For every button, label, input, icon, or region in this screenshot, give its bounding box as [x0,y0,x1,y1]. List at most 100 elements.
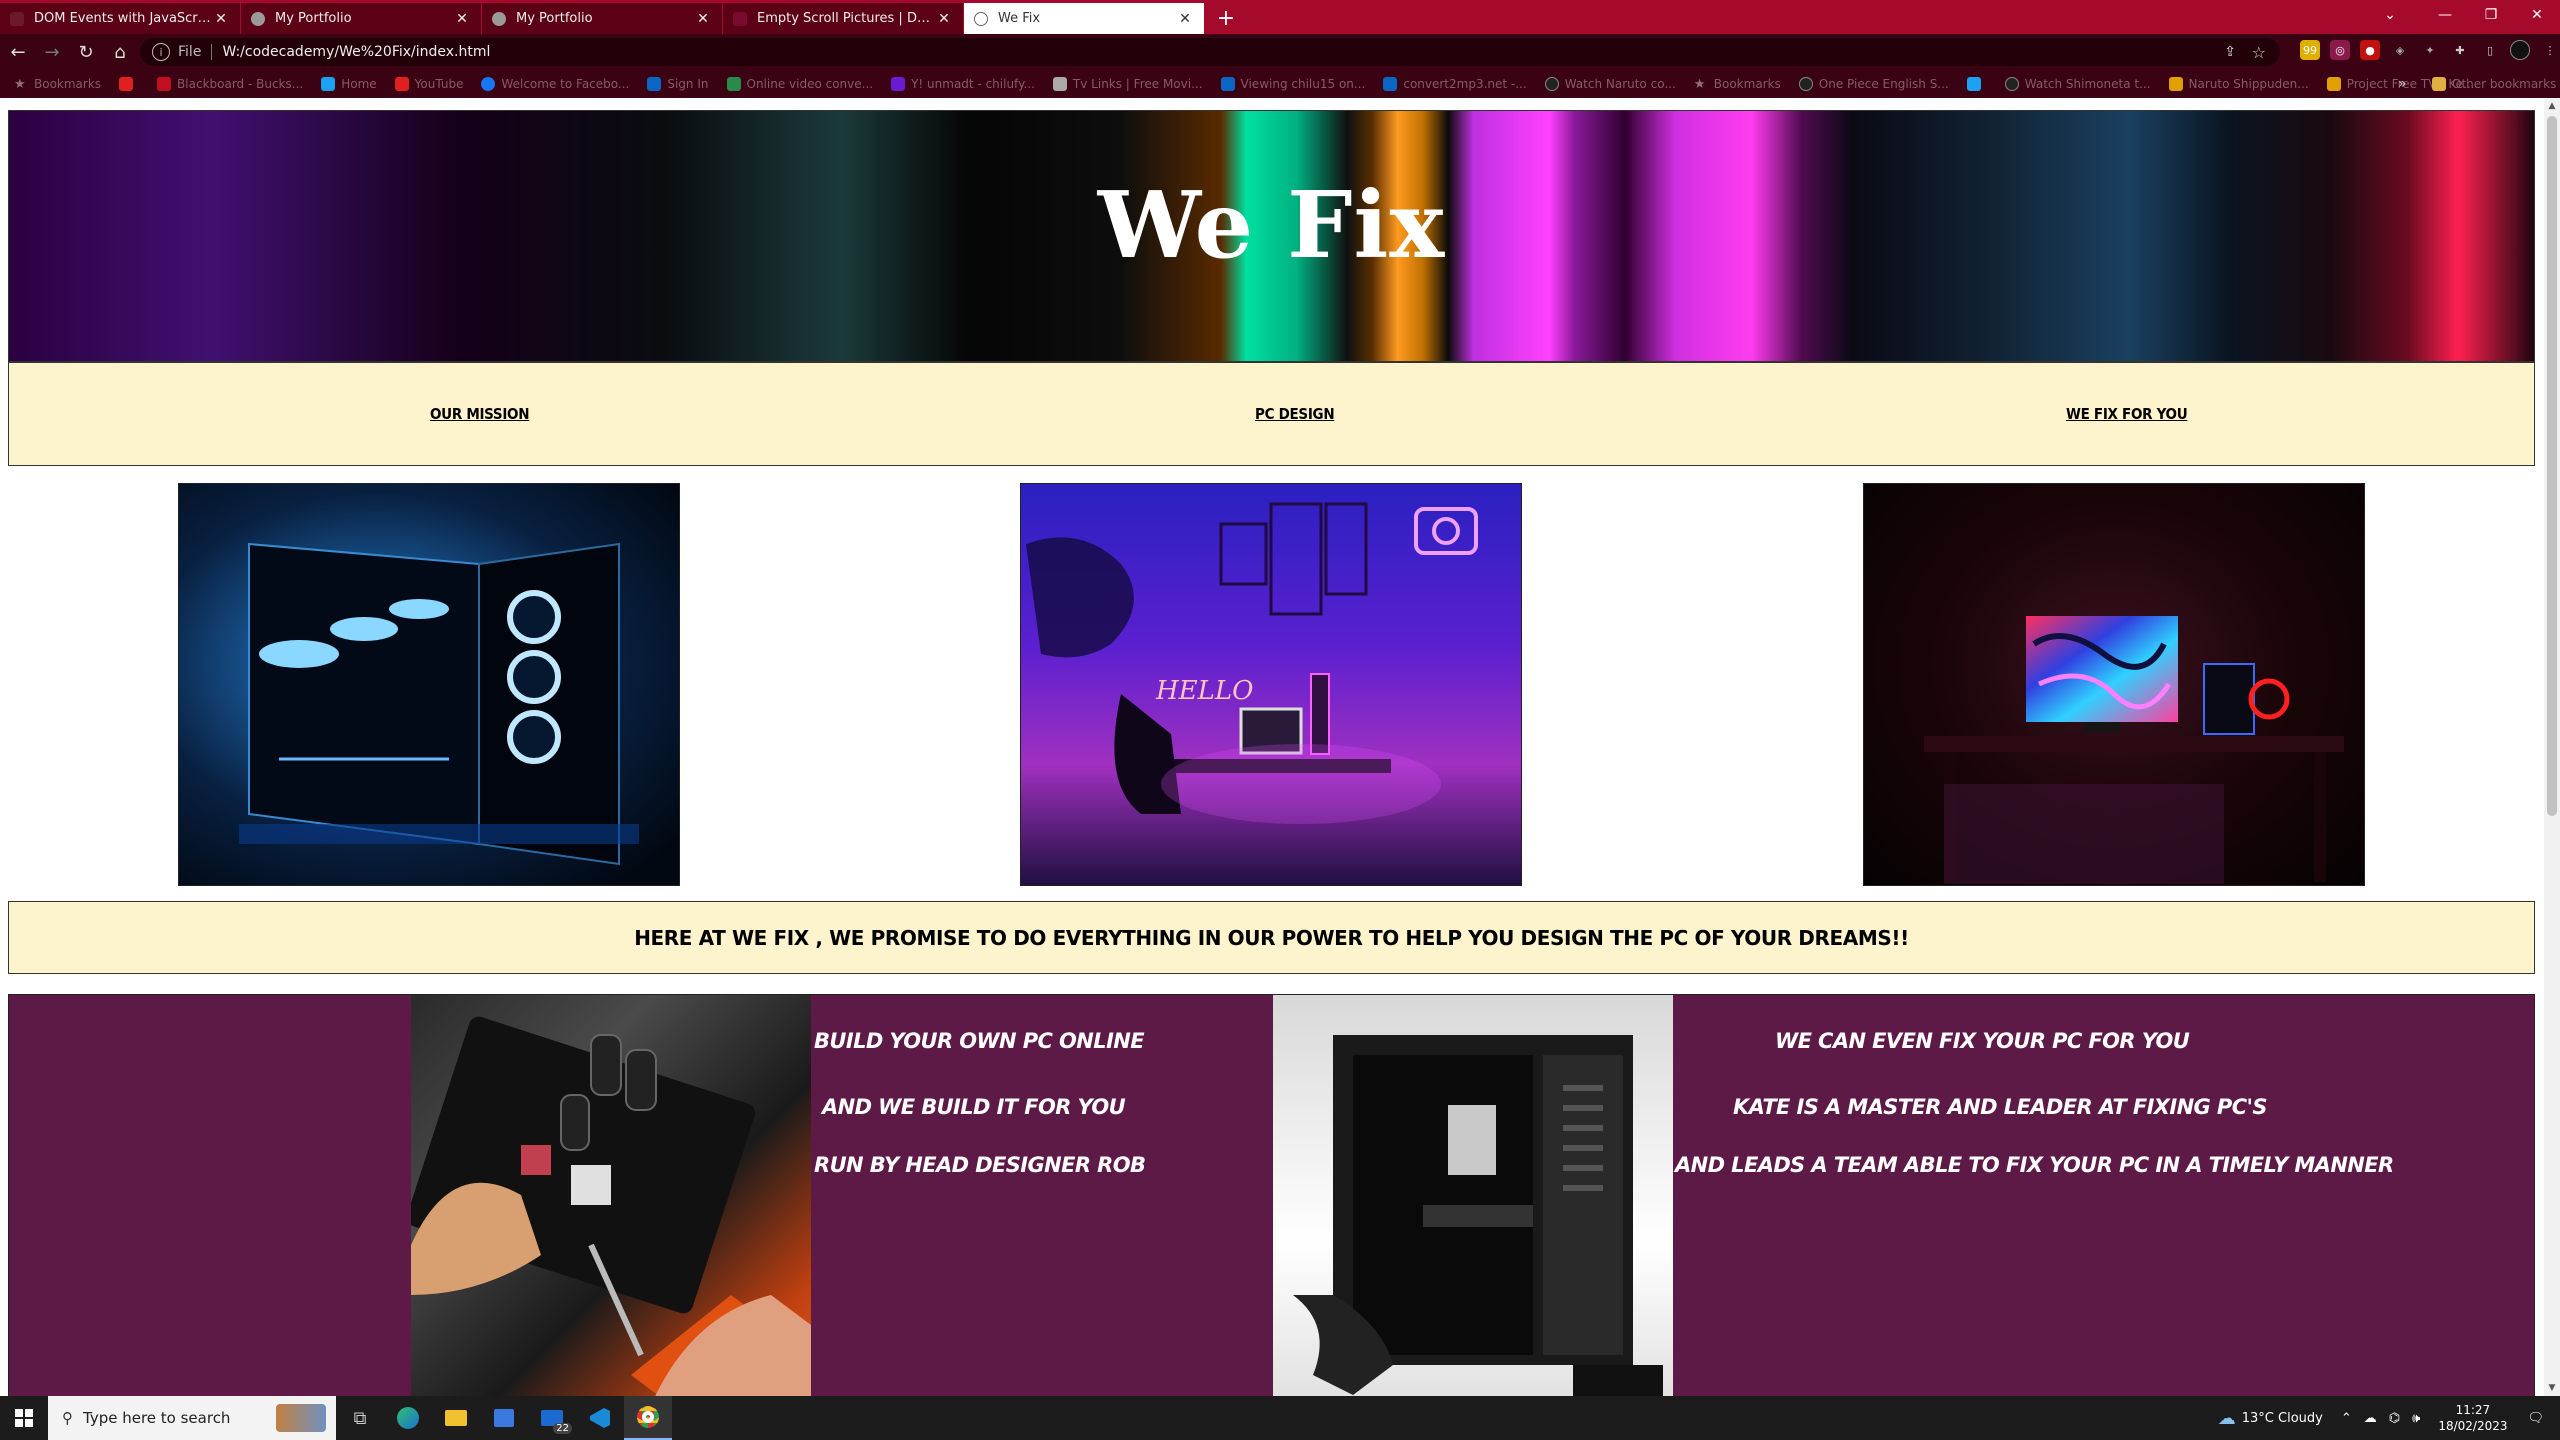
tab-label: Empty Scroll Pictures | Downloa [757,11,935,26]
extension-icon[interactable]: 99 [2300,40,2320,60]
tab-my-portfolio-1[interactable]: My Portfolio ✕ [241,3,481,34]
close-icon[interactable]: ✕ [1176,11,1194,27]
tab-empty-scroll[interactable]: Empty Scroll Pictures | Downloa ✕ [723,3,963,34]
close-window-button[interactable]: ✕ [2514,0,2560,30]
bookmark-item[interactable] [119,77,139,91]
bookmark-item[interactable]: Watch Shimoneta t... [2004,77,2151,91]
reload-button[interactable]: ↻ [70,36,102,68]
clock[interactable]: 11:27 18/02/2023 [2438,1402,2507,1434]
close-icon[interactable]: ✕ [935,11,953,27]
bookmark-item[interactable]: Tv Links | Free Movi... [1052,77,1203,91]
tab-my-portfolio-2[interactable]: My Portfolio ✕ [482,3,722,34]
bookmark-item[interactable]: Y! unmadt - chilufy... [891,77,1035,91]
taskbar-search-input[interactable]: ⚲ Type here to search [48,1396,336,1440]
nav-link-our-mission[interactable]: Our Mission [430,405,530,423]
tab-dom-events[interactable]: DOM Events with JavaScript | Co ✕ [0,3,240,34]
network-icon[interactable]: ⌬ [2389,1411,2400,1426]
close-icon[interactable]: ✕ [453,11,471,27]
bookmark-item[interactable]: ★ Bookmarks [1694,77,1781,92]
bookmark-item[interactable]: Watch Naruto co... [1544,77,1676,91]
page-scrollbar[interactable]: ▲ ▼ [2544,98,2560,1396]
gaming-room-illustration: HELLO [1026,502,1478,824]
tab-we-fix[interactable]: We Fix ✕ [964,3,1204,34]
windows-logo-icon [15,1409,33,1427]
puzzle-icon[interactable]: ✚ [2450,40,2470,60]
extension-icon[interactable]: ◈ [2390,40,2410,60]
avatar[interactable] [2510,40,2530,60]
volume-icon[interactable]: 🕪 [2412,1411,2420,1426]
bookmark-item[interactable]: Welcome to Facebo... [481,77,629,91]
chevron-up-icon[interactable]: ⌃ [2341,1411,2352,1426]
notification-icon[interactable]: 🗨 [2527,1411,2544,1426]
bookmark-item[interactable]: Viewing chilu15 on... [1220,77,1365,91]
back-button[interactable]: ← [2,36,34,68]
screen: DOM Events with JavaScript | Co ✕ My Por… [0,0,2560,1440]
home-button[interactable]: ⌂ [104,36,136,68]
bookmark-item[interactable]: Online video conve... [726,77,873,91]
extension-icon[interactable]: ● [2360,40,2380,60]
bookmark-star-icon[interactable]: ☆ [2252,43,2266,62]
scroll-up-icon[interactable]: ▲ [2544,98,2560,114]
bookmark-item[interactable]: convert2mp3.net -... [1383,77,1527,91]
file-explorer-icon[interactable] [432,1396,480,1440]
outlook-icon [647,77,662,91]
scrollbar-thumb[interactable] [2547,116,2557,816]
bookmark-item[interactable]: Naruto Shippuden... [2168,77,2309,91]
svg-text:HELLO: HELLO [1155,676,1254,706]
extensions-area: 99 ◎ ● ◈ ✦ ✚ ▯ ⋮ [2300,40,2560,60]
weather-text[interactable]: 13°C Cloudy [2242,1411,2323,1426]
bookmark-favicon [726,77,741,91]
bookmark-item[interactable]: YouTube [394,77,463,91]
restore-button[interactable]: ❐ [2468,0,2514,30]
search-placeholder: Type here to search [83,1409,231,1427]
store-icon[interactable] [480,1396,528,1440]
bookmark-item[interactable]: One Piece English S... [1798,77,1949,91]
pc-case-illustration [239,542,639,866]
nav-link-pc-design[interactable]: PC Design [1255,405,1335,423]
bookmark-item[interactable]: ★ Bookmarks [14,77,101,92]
share-icon[interactable]: ⇪ [2224,44,2236,60]
taskbar: ⚲ Type here to search ⧉ 22 ☁ 13°C Cloudy… [0,1396,2560,1440]
task-view-icon[interactable]: ⧉ [336,1396,384,1440]
circuit-repair-image [411,995,811,1396]
bookmark-item[interactable]: Sign In [647,77,709,91]
browser-toolbar: ← → ↻ ⌂ i File W:/codecademy/We%20Fix/in… [0,34,2560,70]
tab-label: My Portfolio [516,11,593,26]
close-icon[interactable]: ✕ [212,11,230,27]
bookmark-favicon [2168,77,2183,91]
edge-icon[interactable] [384,1396,432,1440]
address-url[interactable]: W:/codecademy/We%20Fix/index.html [222,44,490,60]
bookmarks-overflow-icon[interactable]: » [2398,76,2407,92]
left-line-2: And we build it for you [822,1095,1126,1119]
nav-link-we-fix-for-you[interactable]: We Fix For You [2066,405,2188,423]
mail-icon[interactable]: 22 [528,1396,576,1440]
new-tab-button[interactable]: + [1211,4,1241,32]
vscode-icon[interactable] [576,1396,624,1440]
extension-icon[interactable]: ✦ [2420,40,2440,60]
open-pc-case-image [1273,995,1673,1396]
right-line-1: We can even fix your pc for you [1775,1029,2190,1053]
sidebar-icon[interactable]: ▯ [2480,40,2500,60]
menu-kebab-icon[interactable]: ⋮ [2540,40,2560,60]
twitter-icon [1966,77,1981,91]
scroll-down-icon[interactable]: ▼ [2544,1380,2560,1396]
forward-button[interactable]: → [36,36,68,68]
address-bar[interactable]: i File W:/codecademy/We%20Fix/index.html… [140,38,2280,66]
windows-start-button[interactable] [0,1396,48,1440]
tab-search-chevron-icon[interactable]: ⌄ [2370,0,2410,30]
site-info-icon[interactable]: i [152,43,170,61]
chrome-icon[interactable] [624,1396,672,1440]
bookmark-item[interactable] [1966,77,1987,91]
pc-case-image [178,483,680,886]
tab-label: My Portfolio [275,11,352,26]
bookmark-item[interactable]: Home [321,77,377,91]
other-bookmarks[interactable]: Other bookmarks [2432,77,2556,91]
close-icon[interactable]: ✕ [694,11,712,27]
minimize-button[interactable]: — [2422,0,2468,30]
nav-bar: Our Mission PC Design We Fix For You [8,362,2535,466]
bookmark-item[interactable]: Blackboard - Bucks... [157,77,303,91]
desk-setup-illustration [1924,616,2344,884]
onedrive-icon[interactable]: ☁ [2364,1411,2377,1426]
tv-icon [1052,77,1067,91]
extension-icon[interactable]: ◎ [2330,40,2350,60]
